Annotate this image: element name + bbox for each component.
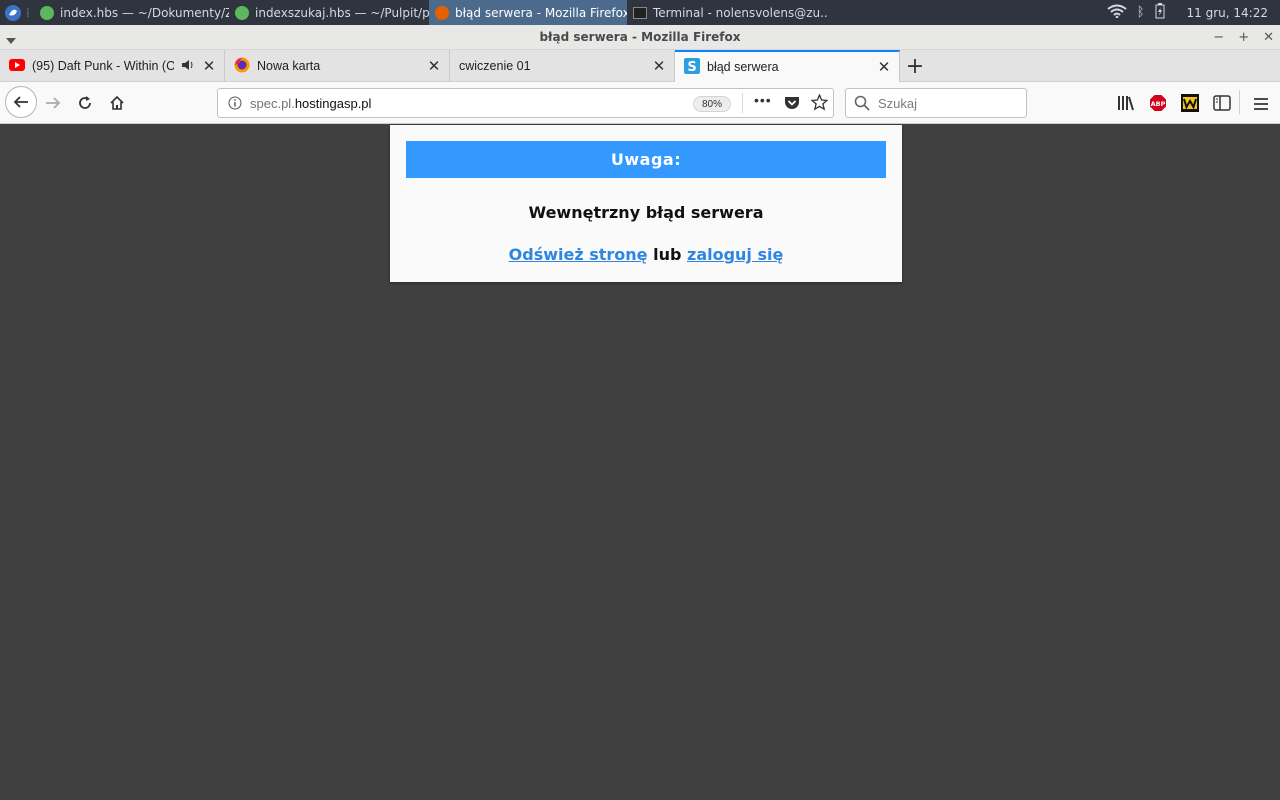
os-panel: ⁞ index.hbs — ~/Dokumenty/Z... indexszuk…	[0, 0, 1280, 25]
page-actions-icon[interactable]: •••	[754, 92, 772, 108]
system-tray: ᛒ 11 gru, 14:22	[1107, 0, 1280, 25]
tab-strip: (95) Daft Punk - Within (Off ✕ Nowa kart…	[0, 50, 1280, 82]
reload-icon	[79, 96, 91, 109]
url-text[interactable]: spec.pl.hostingasp.pl	[250, 96, 371, 111]
window-titlebar: błąd serwera - Mozilla Firefox − + ✕	[0, 25, 1280, 50]
tab-cwiczenie-01[interactable]: cwiczenie 01 ✕	[450, 50, 675, 82]
reload-button[interactable]	[69, 87, 101, 119]
search-bar[interactable]: Szukaj	[845, 88, 1027, 118]
info-icon[interactable]	[228, 96, 242, 113]
alert-title: Uwaga:	[610, 150, 682, 169]
tab-blad-serwera[interactable]: S błąd serwera ✕	[675, 50, 900, 82]
pocket-icon[interactable]	[784, 95, 800, 114]
zoom-indicator[interactable]: 80%	[693, 96, 732, 112]
close-tab-icon[interactable]: ✕	[652, 58, 666, 75]
library-icon[interactable]	[1117, 95, 1135, 115]
divider	[742, 93, 743, 113]
whisker-menu-icon[interactable]	[0, 0, 26, 25]
speaker-icon[interactable]	[181, 59, 195, 74]
taskbar-item-label: Terminal - nolensvolens@zu...	[653, 5, 827, 20]
arrow-left-icon	[13, 96, 28, 108]
bookmark-star-icon[interactable]	[810, 93, 829, 114]
tab-nowa-karta[interactable]: Nowa karta ✕	[225, 50, 450, 82]
svg-text:S: S	[687, 60, 696, 74]
bluetooth-icon[interactable]: ᛒ	[1137, 5, 1145, 20]
tab-label: cwiczenie 01	[459, 59, 531, 73]
page-viewport: Uwaga: Wewnętrzny błąd serwera Odśwież s…	[0, 125, 1280, 800]
hamburger-menu-icon[interactable]	[1253, 96, 1269, 115]
close-tab-icon[interactable]: ✕	[427, 58, 441, 75]
editor-icon	[235, 5, 249, 20]
maximize-icon[interactable]: +	[1238, 30, 1249, 45]
adblock-plus-icon[interactable]: ABP	[1149, 94, 1167, 116]
navigation-bar: spec.pl.hostingasp.pl 80% ••• Szukaj ABP	[0, 82, 1280, 124]
home-icon	[110, 95, 124, 110]
terminal-icon	[633, 6, 647, 19]
clock[interactable]: 11 gru, 14:22	[1187, 6, 1268, 20]
error-card: Uwaga: Wewnętrzny błąd serwera Odśwież s…	[390, 125, 902, 282]
forward-button[interactable]	[37, 87, 69, 119]
wifi-icon[interactable]	[1107, 4, 1127, 21]
url-bar[interactable]: spec.pl.hostingasp.pl 80% •••	[217, 88, 834, 118]
site-s-icon: S	[684, 57, 700, 77]
search-placeholder: Szukaj	[878, 95, 918, 111]
connector-text: lub	[653, 245, 682, 264]
panel-separator: ⁞	[26, 5, 30, 20]
taskbar-item-label: błąd serwera - Mozilla Firefox	[455, 5, 627, 20]
taskbar-item-label: indexszukaj.hbs — ~/Pulpit/p...	[255, 5, 429, 20]
back-button[interactable]	[5, 86, 37, 118]
battery-icon[interactable]	[1155, 3, 1165, 22]
taskbar-item-label: index.hbs — ~/Dokumenty/Z...	[60, 5, 229, 20]
url-domain: hostingasp.pl	[294, 95, 372, 111]
action-links: Odśwież stronę lub zaloguj się	[390, 245, 902, 264]
extension-w-icon[interactable]	[1181, 94, 1199, 116]
home-button[interactable]	[101, 87, 133, 119]
window-title: błąd serwera - Mozilla Firefox	[539, 30, 741, 44]
tab-daft-punk[interactable]: (95) Daft Punk - Within (Off ✕	[0, 50, 225, 82]
tab-label: błąd serwera	[707, 60, 779, 74]
alert-header: Uwaga:	[406, 141, 886, 178]
error-message: Wewnętrzny błąd serwera	[528, 203, 764, 222]
refresh-page-link[interactable]: Odśwież stronę	[509, 245, 648, 264]
taskbar-item-indexszukaj-hbs[interactable]: indexszukaj.hbs — ~/Pulpit/p...	[229, 0, 429, 25]
taskbar-item-index-hbs[interactable]: index.hbs — ~/Dokumenty/Z...	[34, 0, 229, 25]
login-link[interactable]: zaloguj się	[687, 245, 783, 264]
youtube-icon	[9, 58, 25, 74]
tab-label: (95) Daft Punk - Within (Off	[32, 59, 174, 73]
firefox-icon	[234, 57, 250, 76]
sidebar-icon[interactable]	[1213, 95, 1231, 115]
close-tab-icon[interactable]: ✕	[877, 59, 891, 76]
editor-icon	[40, 5, 54, 20]
tab-label: Nowa karta	[257, 59, 321, 73]
new-tab-button[interactable]: +	[900, 50, 930, 82]
taskbar-item-firefox[interactable]: błąd serwera - Mozilla Firefox	[429, 0, 627, 25]
firefox-icon	[435, 5, 449, 20]
plus-icon: +	[905, 53, 925, 79]
window-menu-icon[interactable]	[6, 33, 16, 47]
taskbar-item-terminal[interactable]: Terminal - nolensvolens@zu...	[627, 0, 827, 25]
url-subdomain: spec.pl.	[250, 95, 295, 111]
minimize-icon[interactable]: −	[1213, 30, 1224, 45]
arrow-right-icon	[46, 97, 61, 109]
close-tab-icon[interactable]: ✕	[202, 58, 216, 75]
svg-text:ABP: ABP	[1151, 100, 1166, 108]
search-icon	[854, 95, 870, 111]
toolbar-divider	[1239, 90, 1240, 114]
close-window-icon[interactable]: ✕	[1263, 30, 1274, 45]
